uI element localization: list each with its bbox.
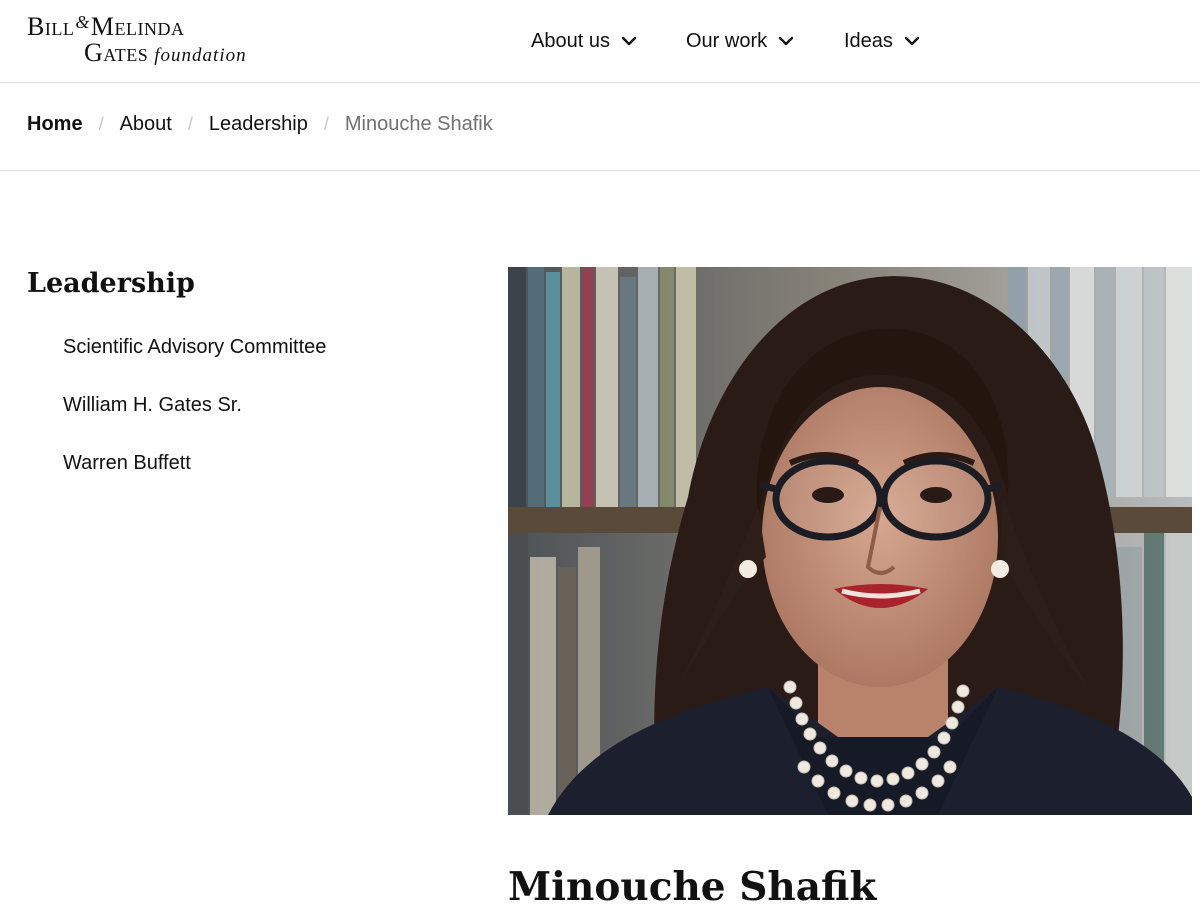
breadcrumb-about[interactable]: About [120,113,172,136]
logo-word-melinda: Melinda [90,12,185,41]
main-nav: About us Our work Ideas [531,26,944,56]
logo-line-2: Gates foundation [84,39,247,71]
nav-our-work[interactable]: Our work [686,26,844,56]
nav-ideas[interactable]: Ideas [844,26,944,56]
portrait-illustration [508,267,1192,815]
sidebar-item-scientific-advisory-committee[interactable]: Scientific Advisory Committee [63,333,326,391]
profile-photo [508,267,1192,815]
chevron-down-icon [904,36,920,46]
breadcrumb-separator: / [187,114,193,134]
logo-word-bill: Bill [27,12,75,41]
breadcrumb: Home / About / Leadership / Minouche Sha… [27,113,493,136]
breadcrumb-leadership[interactable]: Leadership [209,113,308,136]
foundation-logo[interactable]: Bill&Melinda Gates foundation [27,12,267,71]
nav-our-work-label: Our work [686,29,768,52]
breadcrumb-current: Minouche Shafik [344,113,493,135]
nav-ideas-label: Ideas [844,29,893,52]
logo-word-gates: Gates [84,38,149,67]
breadcrumb-separator: / [323,114,329,134]
nav-about-us-label: About us [531,29,610,52]
breadcrumb-bar: Home / About / Leadership / Minouche Sha… [0,83,1200,171]
chevron-down-icon [621,36,637,46]
site-header: Bill&Melinda Gates foundation About us Ou… [0,0,1200,83]
chevron-down-icon [778,36,794,46]
nav-about-us[interactable]: About us [531,26,686,56]
sidebar-nav: Scientific Advisory Committee William H.… [63,333,326,507]
logo-ampersand: & [75,12,90,32]
sidebar-item-warren-buffett[interactable]: Warren Buffett [63,449,326,507]
sidebar-item-william-h-gates-sr[interactable]: William H. Gates Sr. [63,391,326,449]
profile-name: Minouche Shafik [508,864,877,910]
sidebar-heading: Leadership [27,268,195,299]
breadcrumb-home[interactable]: Home [27,113,83,136]
logo-word-foundation: foundation [154,45,247,66]
breadcrumb-separator: / [98,114,104,134]
